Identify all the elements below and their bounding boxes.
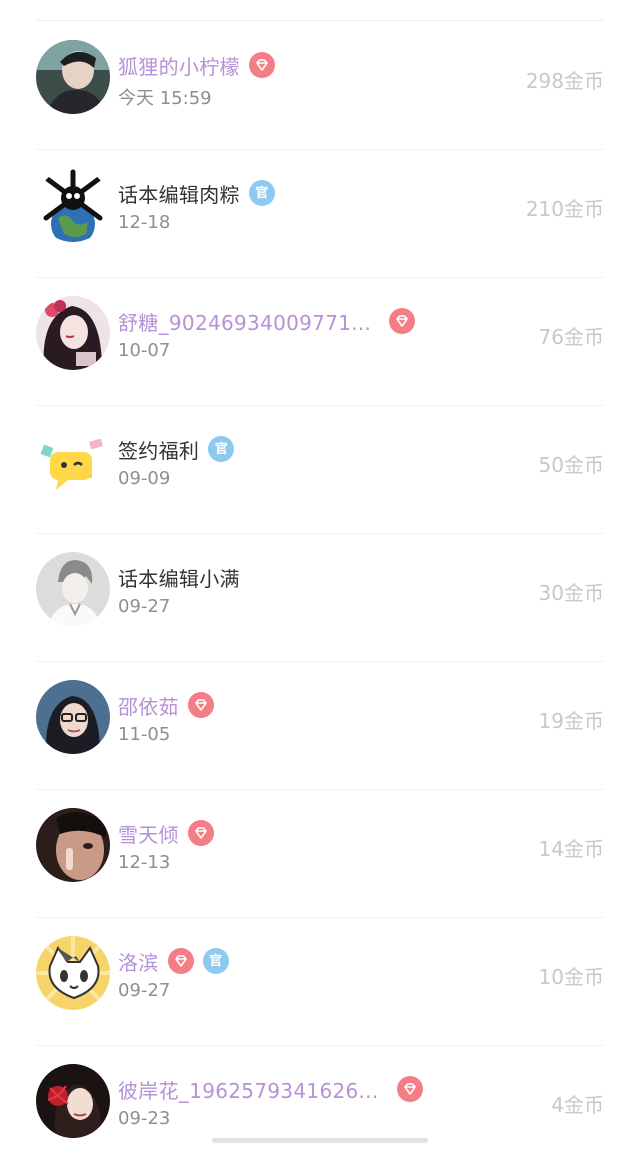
diamond-icon — [167, 948, 194, 974]
message-date: 09-27 — [118, 980, 171, 1001]
avatar[interactable] — [36, 936, 110, 1010]
coin-amount: 298金币 — [525, 69, 604, 93]
message-date: 09-09 — [118, 468, 171, 489]
message-date: 12-13 — [118, 852, 171, 873]
official-badge-icon: 官 — [208, 436, 235, 462]
name-line: 雪天倾 — [118, 818, 214, 848]
avatar[interactable] — [36, 424, 110, 498]
avatar[interactable] — [36, 1064, 110, 1138]
coin-amount: 76金币 — [538, 325, 604, 349]
diamond-icon — [396, 1076, 423, 1102]
user-name[interactable]: 签约福利 — [118, 435, 199, 464]
user-name[interactable]: 话本编辑小满 — [118, 563, 240, 592]
message-date: 09-27 — [118, 596, 171, 617]
list-item[interactable]: 彼岸花_1962579341626... 09-23 4金币 — [36, 1046, 604, 1173]
message-date: 09-23 — [118, 1108, 171, 1129]
user-name[interactable]: 雪天倾 — [118, 819, 179, 848]
diamond-icon — [248, 52, 275, 78]
coin-amount: 19金币 — [538, 709, 604, 733]
message-date: 12-18 — [118, 212, 171, 233]
user-name[interactable]: 话本编辑肉粽 — [118, 179, 240, 208]
home-indicator[interactable] — [212, 1138, 428, 1143]
name-line: 洛滨 官 — [118, 946, 229, 976]
avatar[interactable] — [36, 168, 110, 242]
avatar[interactable] — [36, 552, 110, 626]
coin-amount: 4金币 — [551, 1093, 604, 1117]
coin-amount: 210金币 — [525, 197, 604, 221]
coin-amount: 10金币 — [538, 965, 604, 989]
name-line: 签约福利 官 — [118, 434, 235, 464]
name-line: 话本编辑肉粽 官 — [118, 178, 275, 208]
coin-amount: 30金币 — [538, 581, 604, 605]
official-badge-icon: 官 — [202, 948, 229, 974]
gift-list: 狐狸的小柠檬 今天 15:59 298金币 话本编辑肉粽 官 12-18 210… — [0, 22, 640, 1173]
list-item[interactable]: 洛滨 官 09-27 10金币 — [36, 918, 604, 1046]
name-line: 狐狸的小柠檬 — [118, 50, 275, 80]
list-item[interactable]: 签约福利 官 09-09 50金币 — [36, 406, 604, 534]
user-name[interactable]: 彼岸花_1962579341626... — [118, 1075, 379, 1104]
diamond-icon — [187, 692, 214, 718]
avatar[interactable] — [36, 808, 110, 882]
list-item[interactable]: 雪天倾 12-13 14金币 — [36, 790, 604, 918]
official-badge-icon: 官 — [248, 180, 275, 206]
user-name[interactable]: 狐狸的小柠檬 — [118, 51, 240, 80]
message-date: 今天 15:59 — [118, 88, 212, 109]
coin-amount: 14金币 — [538, 837, 604, 861]
user-name[interactable]: 洛滨 — [118, 947, 159, 976]
list-item[interactable]: 话本编辑小满 09-27 30金币 — [36, 534, 604, 662]
user-name[interactable]: 舒糖_90246934009771... — [118, 307, 371, 336]
user-name[interactable]: 邵依茹 — [118, 691, 179, 720]
message-date: 10-07 — [118, 340, 171, 361]
avatar[interactable] — [36, 296, 110, 370]
diamond-icon — [187, 820, 214, 846]
diamond-icon — [389, 308, 416, 334]
message-date: 11-05 — [118, 724, 171, 745]
avatar[interactable] — [36, 680, 110, 754]
top-divider — [36, 20, 604, 21]
list-item[interactable]: 舒糖_90246934009771... 10-07 76金币 — [36, 278, 604, 406]
list-item[interactable]: 邵依茹 11-05 19金币 — [36, 662, 604, 790]
list-item[interactable]: 狐狸的小柠檬 今天 15:59 298金币 — [36, 22, 604, 150]
coin-amount: 50金币 — [538, 453, 604, 477]
name-line: 舒糖_90246934009771... — [118, 306, 416, 336]
name-line: 话本编辑小满 — [118, 562, 240, 592]
name-line: 邵依茹 — [118, 690, 214, 720]
name-line: 彼岸花_1962579341626... — [118, 1074, 423, 1104]
avatar[interactable] — [36, 40, 110, 114]
list-item[interactable]: 话本编辑肉粽 官 12-18 210金币 — [36, 150, 604, 278]
